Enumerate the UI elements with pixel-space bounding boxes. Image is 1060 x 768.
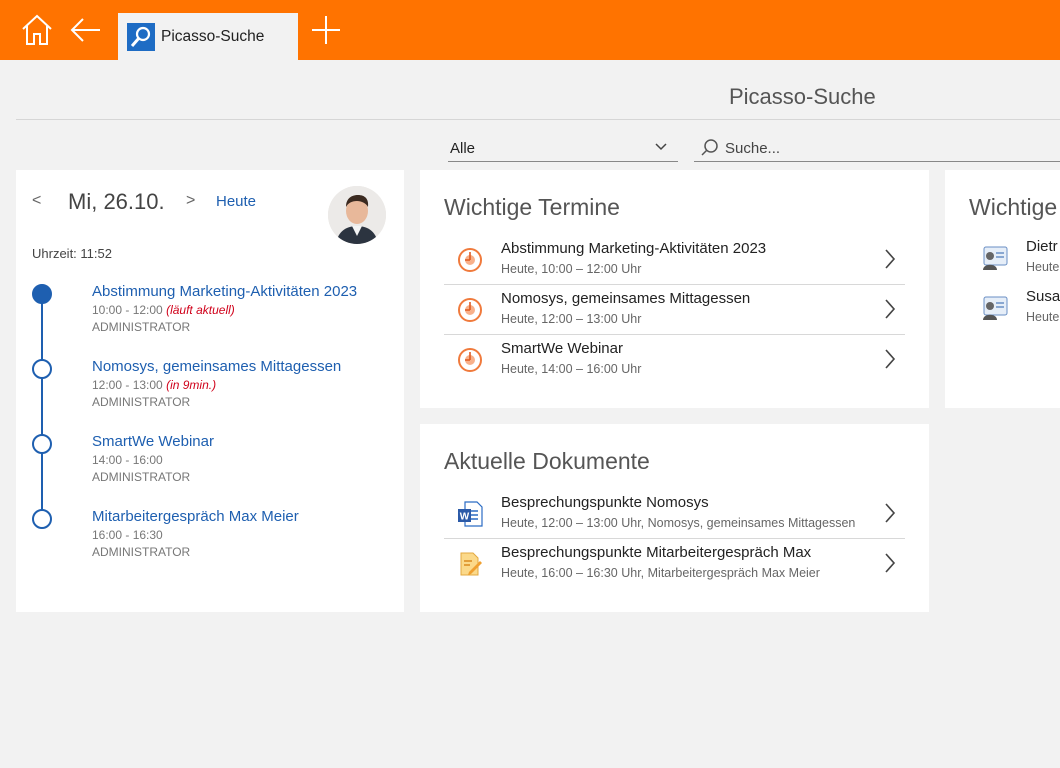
card-title: Aktuelle Dokumente xyxy=(444,448,650,474)
document-row[interactable]: W Besprechungspunkte Nomosys Heute, 12:0… xyxy=(444,488,905,539)
documents-card: Aktuelle Dokumente W Besprechungspunkte … xyxy=(420,424,929,612)
appointment-time: Heute, 10:00 – 12:00 Uhr xyxy=(501,262,642,276)
timeline-line xyxy=(41,295,43,519)
chevron-right-icon xyxy=(885,249,896,269)
search-input[interactable] xyxy=(725,137,1025,159)
event-status: (läuft aktuell) xyxy=(166,303,235,317)
today-link[interactable]: Heute xyxy=(216,193,256,210)
chevron-right-icon xyxy=(885,299,896,319)
appointment-row[interactable]: SmartWe Webinar Heute, 14:00 – 16:00 Uhr xyxy=(444,334,905,384)
appointment-icon xyxy=(458,348,482,372)
document-context: Heute, 12:00 – 13:00 Uhr, Nomosys, gemei… xyxy=(501,516,856,530)
contact-sub: Heute xyxy=(1026,310,1060,324)
event-title[interactable]: SmartWe Webinar xyxy=(92,433,214,450)
appointment-title: Nomosys, gemeinsames Mittagessen xyxy=(501,290,751,307)
tab-picasso-search[interactable]: Picasso-Suche xyxy=(118,13,298,60)
document-context: Heute, 16:00 – 16:30 Uhr, Mitarbeiterges… xyxy=(501,566,820,580)
chevron-down-icon xyxy=(655,143,667,151)
home-button[interactable] xyxy=(17,10,57,50)
svg-text:W: W xyxy=(460,512,470,523)
previous-day-button[interactable]: < xyxy=(32,192,41,210)
contact-name: Dietr xyxy=(1026,238,1058,255)
contact-card-icon xyxy=(983,246,1008,270)
contacts-card: Wichtige Dietr Heute Susa Heute xyxy=(945,170,1060,408)
contact-card-icon xyxy=(983,296,1008,320)
event-title[interactable]: Mitarbeitergespräch Max Meier xyxy=(92,508,299,525)
event-time: 10:00 - 12:00 (läuft aktuell) xyxy=(92,303,235,317)
event-status: (in 9min.) xyxy=(166,378,217,392)
back-arrow-icon xyxy=(70,18,100,42)
filter-dropdown[interactable]: Alle xyxy=(448,134,678,162)
current-time: Uhrzeit: 11:52 xyxy=(32,246,112,261)
event-owner: ADMINISTRATOR xyxy=(92,470,191,484)
chevron-right-icon xyxy=(885,553,896,573)
appointment-time: Heute, 12:00 – 13:00 Uhr xyxy=(501,312,642,326)
chevron-right-icon xyxy=(885,503,896,523)
event-owner: ADMINISTRATOR xyxy=(92,395,191,409)
appointment-icon xyxy=(458,248,482,272)
appointment-icon xyxy=(458,298,482,322)
appointment-title: SmartWe Webinar xyxy=(501,340,623,357)
contact-row[interactable]: Dietr Heute xyxy=(969,234,1060,284)
avatar[interactable] xyxy=(328,186,386,244)
next-day-button[interactable]: > xyxy=(186,192,195,210)
page-title: Picasso-Suche xyxy=(729,84,876,109)
event-owner: ADMINISTRATOR xyxy=(92,545,191,559)
document-row[interactable]: Besprechungspunkte Mitarbeitergespräch M… xyxy=(444,538,905,588)
timeline-dot xyxy=(32,359,52,379)
search-icon xyxy=(701,139,718,156)
add-tab-button[interactable] xyxy=(306,10,346,50)
contact-row[interactable]: Susa Heute xyxy=(969,284,1060,334)
plus-icon xyxy=(312,16,340,44)
search-field[interactable] xyxy=(694,134,1060,162)
contact-sub: Heute xyxy=(1026,260,1060,274)
appointment-title: Abstimmung Marketing-Aktivitäten 2023 xyxy=(501,240,767,257)
note-edit-icon xyxy=(460,552,482,576)
event-time: 14:00 - 16:00 xyxy=(92,453,163,467)
chevron-right-icon xyxy=(885,349,896,369)
card-title: Wichtige Termine xyxy=(444,194,620,220)
document-title: Besprechungspunkte Nomosys xyxy=(501,494,709,511)
event-time: 16:00 - 16:30 xyxy=(92,528,163,542)
search-icon xyxy=(127,22,155,51)
home-icon xyxy=(22,14,52,45)
appointment-time: Heute, 14:00 – 16:00 Uhr xyxy=(501,362,642,376)
calendar-date: Mi, 26.10. xyxy=(68,189,165,214)
event-title[interactable]: Nomosys, gemeinsames Mittagessen xyxy=(92,358,341,375)
tab-label: Picasso-Suche xyxy=(161,27,265,45)
word-document-icon: W xyxy=(458,501,483,527)
card-title: Wichtige xyxy=(969,194,1058,220)
event-title[interactable]: Abstimmung Marketing-Aktivitäten 2023 xyxy=(92,283,357,300)
calendar-card: < Mi, 26.10. > Heute Uhrzeit: 11:52 Abst… xyxy=(16,170,404,612)
appointment-row[interactable]: Abstimmung Marketing-Aktivitäten 2023 He… xyxy=(444,234,905,285)
back-button[interactable] xyxy=(65,10,105,50)
contact-name: Susa xyxy=(1026,288,1060,305)
appointment-row[interactable]: Nomosys, gemeinsames Mittagessen Heute, … xyxy=(444,284,905,335)
timeline-dot-active xyxy=(32,284,52,304)
timeline-dot xyxy=(32,434,52,454)
event-time: 12:00 - 13:00 (in 9min.) xyxy=(92,378,217,392)
top-bar: Picasso-Suche xyxy=(0,0,1060,60)
timeline-dot xyxy=(32,509,52,529)
filter-value: Alle xyxy=(450,140,476,157)
appointments-card: Wichtige Termine Abstimmung Marketing-Ak… xyxy=(420,170,929,408)
divider xyxy=(16,119,1060,120)
event-owner: ADMINISTRATOR xyxy=(92,320,191,334)
document-title: Besprechungspunkte Mitarbeitergespräch M… xyxy=(501,544,812,561)
